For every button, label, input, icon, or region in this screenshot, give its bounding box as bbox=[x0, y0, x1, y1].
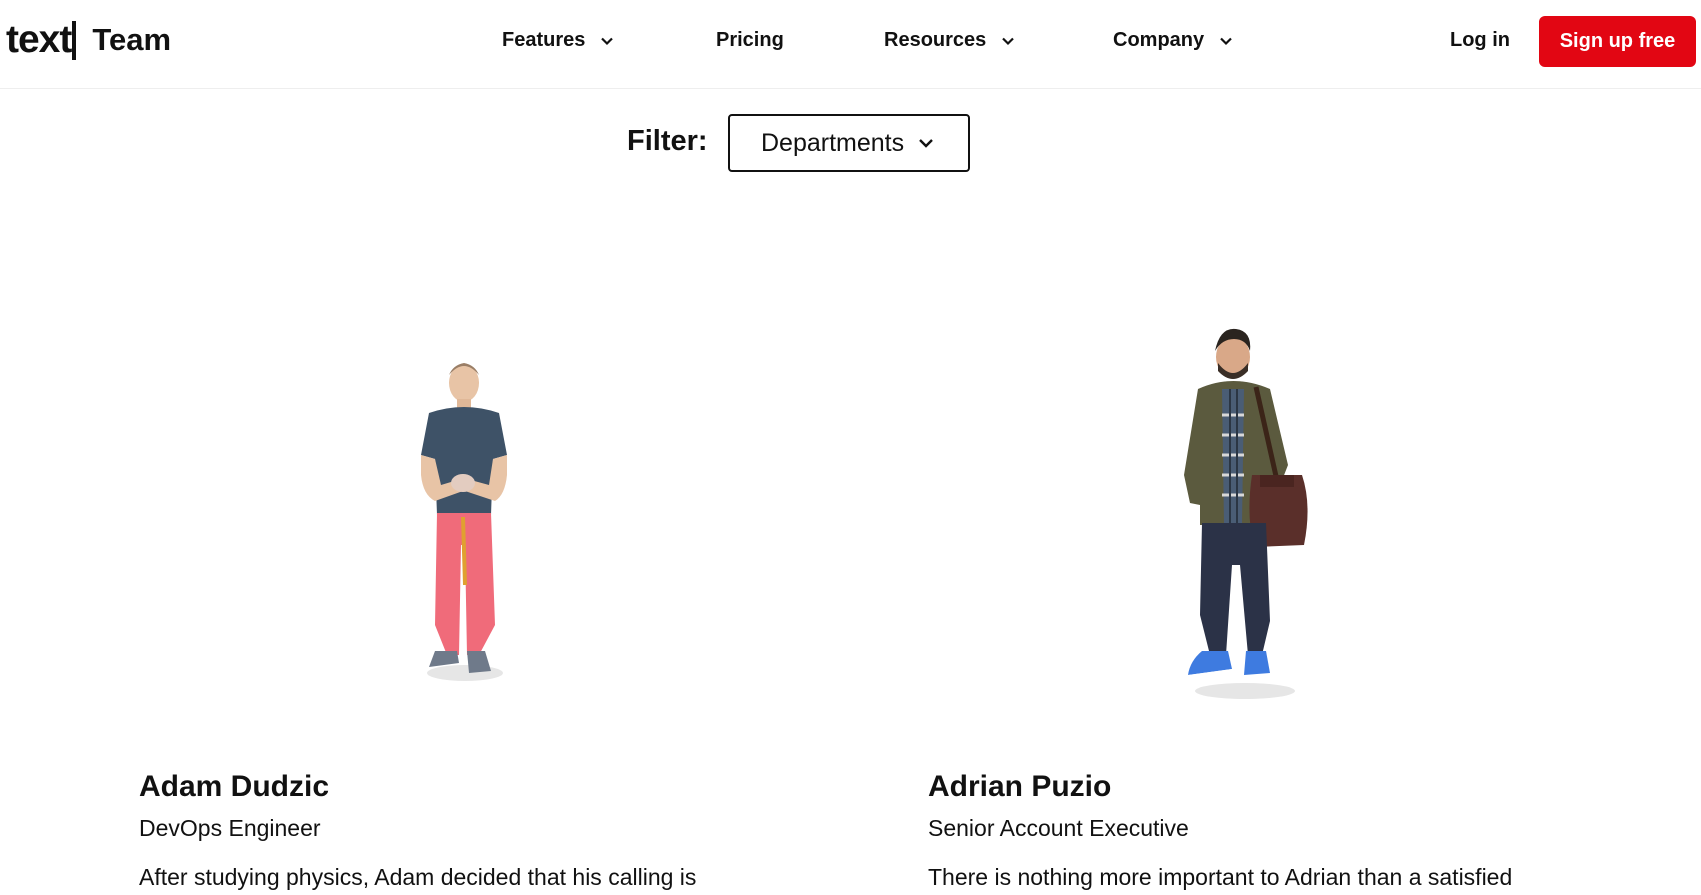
team-member-role: DevOps Engineer bbox=[139, 815, 321, 841]
nav-pricing[interactable]: Pricing bbox=[716, 29, 784, 52]
team-member-name: Adam Dudzic bbox=[139, 770, 330, 803]
filter-selected-value: Departments bbox=[761, 128, 905, 157]
logo-text: text bbox=[6, 18, 72, 61]
login-link[interactable]: Log in bbox=[1450, 29, 1510, 52]
team-member-photo bbox=[1184, 328, 1308, 699]
team-member-name: Adrian Puzio bbox=[928, 770, 1112, 803]
logo-cursor-mark bbox=[72, 20, 77, 60]
team-member-bio: After studying physics, Adam decided tha… bbox=[139, 864, 697, 890]
team-member-role: Senior Account Executive bbox=[928, 815, 1189, 841]
chevron-down-icon bbox=[1002, 37, 1015, 45]
chevron-down-icon bbox=[919, 139, 933, 148]
nav-pricing-label: Pricing bbox=[716, 29, 784, 51]
nav-resources-label: Resources bbox=[884, 29, 987, 51]
team-member-bio: There is nothing more important to Adria… bbox=[928, 864, 1513, 890]
department-filter-dropdown[interactable]: Departments bbox=[728, 114, 970, 172]
nav-features-label: Features bbox=[502, 29, 586, 51]
logo-section-label: Team bbox=[92, 22, 172, 57]
nav-features[interactable]: Features bbox=[502, 29, 615, 52]
site-header: text Team Features Pricing Resources Com… bbox=[0, 0, 1701, 89]
chevron-down-icon bbox=[601, 37, 614, 45]
nav-company-label: Company bbox=[1113, 29, 1205, 51]
chevron-down-icon bbox=[1220, 37, 1232, 45]
nav-resources[interactable]: Resources bbox=[884, 29, 1016, 52]
filter-label: Filter: bbox=[627, 125, 708, 157]
signup-button[interactable]: Sign up free bbox=[1539, 16, 1696, 67]
logo[interactable]: text Team bbox=[6, 18, 171, 62]
team-member-photo bbox=[421, 363, 507, 681]
nav-company[interactable]: Company bbox=[1113, 29, 1234, 52]
